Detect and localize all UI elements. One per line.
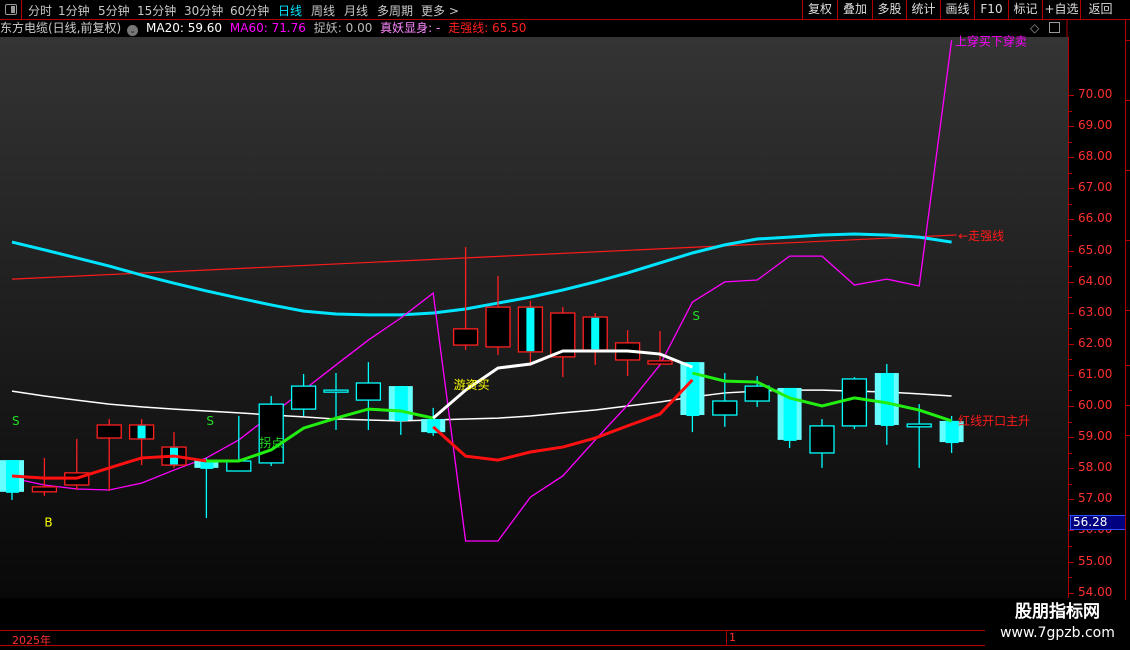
price-tick-label: 55.00 — [1078, 553, 1113, 568]
minor-tick-mark — [1069, 545, 1072, 547]
price-tick-label: 58.00 — [1078, 460, 1113, 475]
current-price-label: 56.28 — [1070, 514, 1126, 530]
candle — [258, 396, 284, 467]
minor-tick-mark — [1069, 234, 1072, 236]
side-tab-divider — [1126, 310, 1130, 311]
price-tick-label: 69.00 — [1078, 118, 1113, 133]
chart-annotation: 游资买 — [454, 378, 490, 392]
price-tick-label: 65.00 — [1078, 242, 1113, 257]
side-tab-divider — [1126, 40, 1130, 41]
tick-mark — [1069, 281, 1074, 283]
minor-tick-mark — [1069, 483, 1072, 485]
minor-tick-mark — [1069, 359, 1072, 361]
kline-chart[interactable]: S S S B 拐点 游资买 ←走强线红线开口主升上穿买下穿卖 — [0, 0, 1068, 650]
chart-annotation: 上穿买下穿卖 — [955, 33, 1027, 48]
candle-body — [290, 385, 317, 410]
price-tick-label: 61.00 — [1078, 366, 1113, 381]
candle-body — [809, 425, 835, 454]
candle-body-fill — [526, 307, 535, 352]
chart-annotation: S — [206, 414, 214, 428]
tick-mark — [1069, 374, 1074, 376]
price-tick-label: 68.00 — [1078, 149, 1113, 164]
tick-mark — [1069, 157, 1074, 159]
side-tab-divider — [1126, 435, 1130, 436]
tick-mark — [1069, 561, 1074, 563]
chart-annotation: 拐点 — [259, 435, 283, 450]
price-tick-label: 64.00 — [1078, 273, 1113, 288]
toolbar-button-8[interactable]: 返回 — [1080, 0, 1120, 20]
candle-body-core — [945, 420, 959, 444]
side-tab-divider — [1126, 100, 1130, 101]
candle-body — [452, 328, 479, 346]
time-axis: 2025年 1 — [0, 630, 990, 647]
candle-body — [355, 382, 382, 401]
tick-mark — [1069, 343, 1074, 345]
tick-mark — [1069, 250, 1074, 252]
candle-body — [841, 378, 868, 427]
price-tick-label: 63.00 — [1078, 304, 1113, 319]
candle-body-core — [394, 386, 408, 421]
tick-mark — [1069, 530, 1074, 532]
candle-body — [744, 385, 770, 402]
side-tab-divider — [1126, 365, 1130, 366]
price-tick-label: 70.00 — [1078, 87, 1113, 101]
candle-body — [906, 423, 932, 428]
price-tick-label: 67.00 — [1078, 180, 1113, 195]
minor-tick-mark — [1069, 172, 1072, 174]
minor-tick-mark — [1069, 328, 1072, 330]
minor-tick-mark — [1069, 452, 1072, 454]
candle-body — [485, 306, 511, 348]
chart-annotation: S — [692, 309, 700, 323]
minor-tick-mark — [1069, 390, 1072, 392]
side-tab-divider — [1126, 405, 1130, 406]
candle-body-fill — [591, 317, 600, 350]
watermark-title: 股朋指标网 — [1015, 602, 1100, 622]
candle-body — [647, 360, 673, 365]
tick-mark — [1069, 219, 1074, 221]
tick-mark — [1069, 592, 1074, 594]
candle-body — [31, 486, 58, 493]
tick-mark — [1069, 95, 1074, 96]
price-tick-label: 54.00 — [1078, 584, 1113, 599]
chart-annotation: B — [44, 516, 52, 530]
minor-tick-mark — [1069, 266, 1072, 267]
price-tick-label: 57.00 — [1078, 491, 1113, 506]
candle-body-core — [880, 373, 894, 426]
tick-mark — [1069, 188, 1074, 190]
tick-mark — [1069, 437, 1074, 439]
minor-tick-mark — [1069, 297, 1072, 299]
chart-annotation: S — [12, 414, 20, 428]
candle-body-fill — [137, 425, 146, 439]
time-label-year: 2025年 — [12, 634, 51, 647]
price-axis: 70.00 69.00 68.00 67.00 66.00 65.00 64.00 63.00… — [1068, 37, 1126, 610]
minor-tick-mark — [1069, 421, 1072, 423]
side-tab-divider — [1126, 240, 1130, 241]
candle-body — [96, 424, 122, 439]
price-tick-label: 60.00 — [1078, 398, 1113, 412]
minor-tick-mark — [1069, 203, 1072, 205]
side-panel-tabs[interactable] — [1125, 20, 1130, 650]
chart-annotation: ←走强线 — [958, 229, 1004, 243]
chart-annotation: 红线开口主升 — [958, 413, 1030, 428]
tick-mark — [1069, 406, 1074, 407]
price-tick-label: 66.00 — [1078, 211, 1113, 226]
tick-mark — [1069, 312, 1074, 314]
candle-body — [323, 389, 349, 393]
minor-tick-mark — [1069, 141, 1072, 143]
minor-tick-mark — [1069, 577, 1072, 578]
minor-tick-mark — [1069, 110, 1072, 112]
watermark-url: www.7gpzb.com — [1000, 625, 1115, 641]
tick-mark — [1069, 499, 1074, 501]
tick-mark — [1069, 126, 1074, 128]
price-tick-label: 62.00 — [1078, 335, 1113, 350]
candle — [841, 377, 868, 430]
tick-mark — [1069, 468, 1074, 470]
candle-body-core — [686, 362, 700, 417]
price-tick-label: 59.00 — [1078, 429, 1113, 444]
candle-body — [712, 400, 738, 416]
side-tab-divider — [1126, 170, 1130, 171]
watermark-logo: 股朋指标网 www.7gpzb.com — [985, 600, 1130, 650]
time-label-month: 1 — [726, 631, 736, 645]
